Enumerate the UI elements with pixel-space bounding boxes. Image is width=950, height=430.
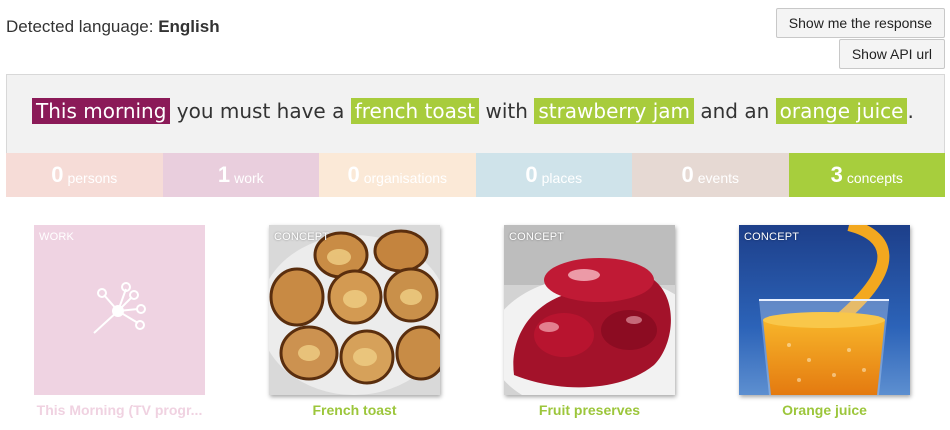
entity-highlight-concept[interactable]: orange juice [775,98,908,124]
plain-text: . [907,99,914,123]
entity-card-concept[interactable]: CONCEPT Fruit preserves [504,225,675,418]
entity-card-work[interactable]: WORK This Morning (TV progr... [34,225,205,418]
card-type-tag: CONCEPT [744,231,800,243]
tab-work[interactable]: 1 work [162,153,319,197]
tab-count: 0 [347,162,360,187]
detected-language-value: English [158,17,220,36]
tab-concepts[interactable]: 3 concepts [788,153,945,197]
tab-events[interactable]: 0 events [632,153,789,197]
tab-count: 1 [217,162,231,187]
analyzed-text: This morning you must have a french toas… [6,74,945,154]
tab-label: organisations [363,170,448,186]
french-toast-image [269,225,440,395]
plain-text: with [479,99,535,123]
card-thumbnail[interactable]: CONCEPT [269,225,440,395]
plain-text: and an [694,99,776,123]
card-thumbnail[interactable]: CONCEPT [739,225,910,395]
tab-count: 0 [525,162,538,187]
detected-language-label: Detected language: [6,17,154,36]
entity-highlight-work[interactable]: This morning [32,98,171,124]
show-api-url-button[interactable]: Show API url [838,39,945,69]
show-response-button[interactable]: Show me the response [775,8,945,38]
tab-label: concepts [846,170,903,186]
tab-count: 0 [681,162,694,187]
card-title[interactable]: French toast [269,402,440,418]
card-thumbnail[interactable]: WORK [34,225,205,395]
work-icon [93,282,146,334]
tab-organisations[interactable]: 0 organisations [319,153,476,197]
card-type-tag: CONCEPT [509,231,565,243]
entity-highlight-concept[interactable]: french toast [350,98,480,124]
tab-label: places [541,170,583,186]
entity-card-concept[interactable]: CONCEPT French toast [269,225,440,418]
orange-juice-image [739,225,910,395]
tab-count: 3 [830,162,843,187]
entity-highlight-concept[interactable]: strawberry jam [534,98,694,124]
tab-label: events [697,170,739,186]
card-title[interactable]: Orange juice [739,402,910,418]
tab-places[interactable]: 0 places [475,153,632,197]
tab-label: persons [67,170,118,186]
tab-label: work [234,170,264,186]
card-title[interactable]: Fruit preserves [504,402,675,418]
card-title[interactable]: This Morning (TV progr... [34,402,205,418]
entity-card-concept[interactable]: CONCEPT Orange juice [739,225,910,418]
card-type-tag: CONCEPT [274,231,330,243]
detected-language: Detected language: English [6,17,220,37]
entity-type-tabs: 0 persons 1 work 0 organisations 0 place… [6,153,945,197]
tab-count: 0 [51,162,64,187]
fruit-preserves-image [504,225,675,395]
plain-text: you must have a [170,99,351,123]
card-type-tag: WORK [39,231,75,243]
tab-persons[interactable]: 0 persons [6,153,163,197]
card-thumbnail[interactable]: CONCEPT [504,225,675,395]
